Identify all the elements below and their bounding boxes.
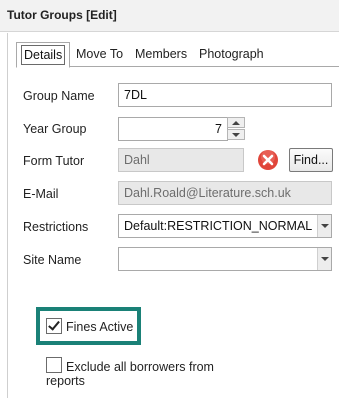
tab-members[interactable]: Members (132, 44, 190, 67)
tab-strip: Details Move To Members Photograph (16, 41, 339, 68)
find-tutor-button[interactable]: Find... (289, 148, 333, 172)
exclude-borrowers-checkbox[interactable] (46, 357, 62, 373)
checkmark-icon (48, 318, 60, 331)
restrictions-select[interactable]: Default:RESTRICTION_NORMAL (118, 214, 332, 238)
restrictions-selected-value: Default:RESTRICTION_NORMAL (124, 219, 313, 233)
tab-details-label: Details (21, 45, 66, 65)
arrow-down-icon (232, 133, 240, 137)
year-group-label: Year Group (23, 122, 87, 136)
year-group-stepper (227, 117, 245, 141)
tab-move-to[interactable]: Move To (73, 44, 126, 67)
group-name-label: Group Name (23, 89, 95, 103)
email-field: Dahl.Roald@Literature.sch.uk (118, 181, 332, 205)
form-tutor-label: Form Tutor (23, 154, 85, 168)
clear-red-x-icon (258, 150, 278, 170)
window-title: Tutor Groups [Edit] (7, 8, 117, 22)
group-name-input[interactable]: 7DL (118, 83, 332, 107)
fines-active-checkbox[interactable] (46, 318, 62, 334)
year-group-spinbox[interactable]: 7 (118, 117, 228, 141)
window-titlebar: Tutor Groups [Edit] (0, 0, 339, 32)
fines-active-label: Fines Active (66, 320, 134, 334)
site-name-select[interactable] (118, 247, 332, 271)
form-tutor-field: Dahl (118, 148, 244, 172)
clear-tutor-button[interactable] (257, 149, 279, 171)
chevron-down-icon (321, 257, 329, 261)
spin-up-button[interactable] (227, 117, 245, 128)
exclude-borrowers-label-line2: reports (46, 374, 85, 388)
site-name-dropdown-button[interactable] (317, 248, 331, 270)
tab-photograph[interactable]: Photograph (196, 44, 267, 67)
email-label: E-Mail (23, 187, 59, 201)
arrow-up-icon (232, 121, 240, 125)
details-panel: Details Move To Members Photograph Group… (7, 33, 339, 398)
restrictions-label: Restrictions (23, 220, 89, 234)
spin-down-button[interactable] (227, 129, 245, 140)
exclude-borrowers-label-line1: Exclude all borrowers from (66, 360, 214, 374)
tab-details[interactable]: Details (16, 42, 71, 68)
chevron-down-icon (321, 224, 329, 228)
site-name-label: Site Name (23, 253, 82, 267)
restrictions-dropdown-button[interactable] (317, 215, 331, 237)
